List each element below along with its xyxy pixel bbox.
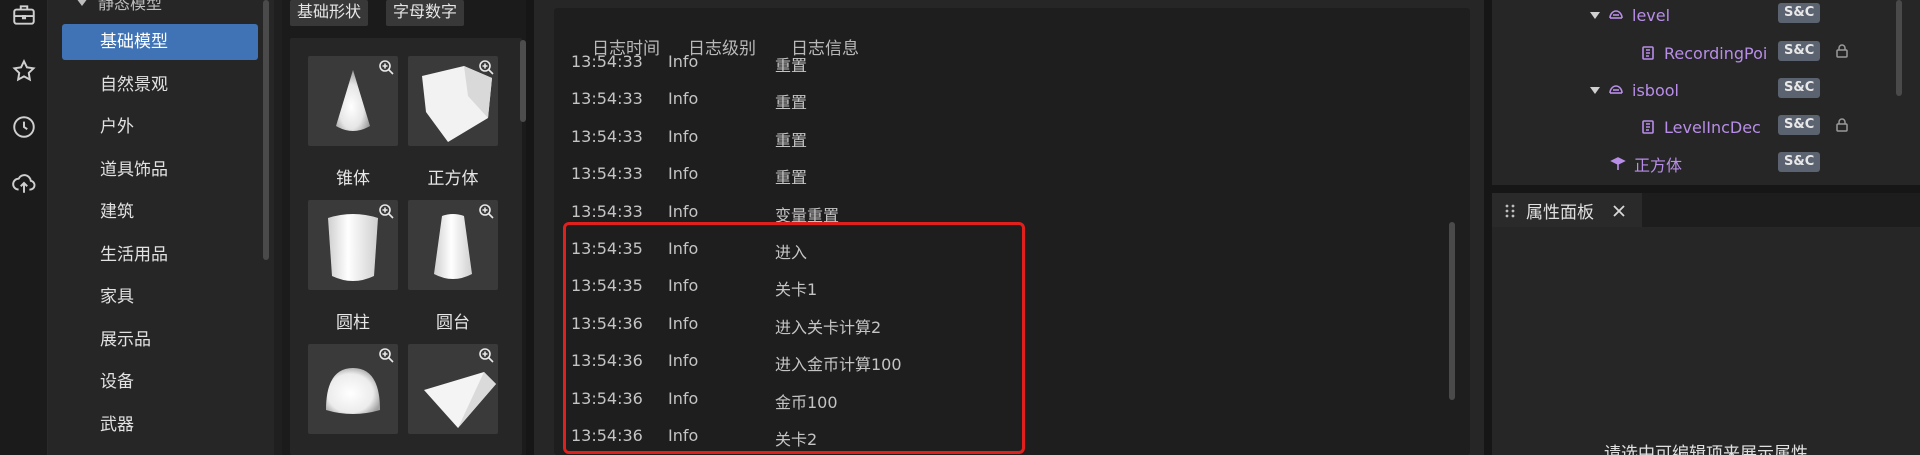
tab-properties[interactable]: 属性面板 (1492, 193, 1642, 227)
log-level: Info (668, 126, 699, 146)
category-sidebar: 静态模型 基础模型 自然景观 户外 道具饰品 建筑 生活用品 家具 展示品 设备… (48, 0, 274, 455)
log-time: 13:54:33 (571, 201, 643, 221)
category-item-weapons[interactable]: 武器 (62, 407, 258, 443)
category-item-equipment[interactable]: 设备 (62, 364, 258, 400)
icon-rail (0, 0, 48, 455)
zoom-in-icon[interactable] (478, 59, 494, 75)
panel-divider (526, 0, 534, 455)
log-row[interactable]: 13:54:33 Info 重置 (571, 127, 1271, 164)
sc-badge: S&C (1778, 115, 1821, 135)
category-item-daily-goods[interactable]: 生活用品 (62, 237, 258, 273)
properties-hint: 请选中可编辑项来展示属性 (1604, 444, 1808, 455)
log-level: Info (668, 201, 699, 221)
tree-node-level[interactable]: level (1590, 3, 1670, 27)
log-time: 13:54:33 (571, 164, 643, 184)
lock-icon[interactable] (1834, 43, 1850, 59)
sc-badge: S&C (1778, 78, 1821, 98)
tree-node-label: 正方体 (1634, 156, 1683, 175)
model-label: 锥体 (336, 169, 370, 189)
category-item-basic-models[interactable]: 基础模型 (62, 24, 258, 60)
log-message: 重置 (775, 93, 808, 113)
cube-icon (1610, 157, 1626, 170)
log-level: Info (668, 52, 699, 71)
category-item-furniture[interactable]: 家具 (62, 279, 258, 315)
category-item-outdoor[interactable]: 户外 (62, 109, 258, 145)
log-time: 13:54:33 (571, 52, 643, 71)
log-message: 重置 (775, 56, 808, 75)
model-thumb-frustum[interactable] (408, 200, 498, 290)
tab-letters-digits[interactable]: 字母数字 (386, 0, 465, 26)
log-time: 13:54:33 (571, 89, 643, 109)
close-icon[interactable] (1612, 203, 1626, 217)
script-icon (1642, 46, 1654, 60)
panel-divider (1492, 185, 1920, 193)
log-level: Info (668, 164, 699, 184)
highlight-box (563, 222, 1025, 454)
log-row[interactable]: 13:54:33 Info 重置 (571, 52, 1271, 89)
category-scrollbar[interactable] (263, 0, 269, 260)
log-message: 重置 (775, 168, 808, 188)
panel-divider (1484, 0, 1492, 455)
lock-icon[interactable] (1834, 117, 1850, 133)
properties-tab-title: 属性面板 (1526, 202, 1594, 223)
zoom-in-icon[interactable] (378, 59, 394, 75)
properties-tab-bar: 属性面板 (1492, 193, 1920, 227)
tree-scrollbar[interactable] (1896, 0, 1902, 96)
zoom-in-icon[interactable] (378, 347, 394, 363)
model-thumb-cone[interactable] (308, 56, 398, 146)
script-icon (1642, 120, 1654, 134)
tree-node-isbool[interactable]: isbool (1590, 78, 1679, 102)
variable-group-icon (1609, 85, 1623, 94)
tab-basic-shapes[interactable]: 基础形状 (290, 0, 369, 26)
tree-node-levelincdec[interactable]: LevelIncDec (1640, 115, 1761, 139)
zoom-in-icon[interactable] (478, 203, 494, 219)
model-thumb-cube[interactable] (408, 56, 498, 146)
log-time: 13:54:33 (571, 126, 643, 146)
category-group-label: 静态模型 (98, 0, 163, 13)
drag-handle-icon[interactable] (1504, 203, 1516, 218)
zoom-in-icon[interactable] (478, 347, 494, 363)
log-scrollbar[interactable] (1449, 222, 1455, 400)
star-icon[interactable] (11, 58, 37, 84)
cloud-upload-icon[interactable] (11, 170, 37, 196)
model-label: 正方体 (427, 169, 479, 189)
log-row[interactable]: 13:54:33 Info 重置 (571, 89, 1271, 126)
category-item-buildings[interactable]: 建筑 (62, 194, 258, 230)
toolbox-icon[interactable] (11, 2, 37, 28)
tree-node-label: RecordingPoi (1664, 43, 1768, 63)
tree-node-label: level (1632, 5, 1671, 25)
model-grid: 锥体 正方体 圆柱 圆台 (290, 38, 522, 455)
category-group-header[interactable]: 静态模型 (76, 0, 162, 14)
log-level: Info (668, 89, 699, 109)
model-thumb-cylinder[interactable] (308, 200, 398, 290)
hierarchy-tree: level S&C RecordingPoi S&C isbool S&C Le… (1492, 0, 1920, 185)
caret-down-icon (76, 0, 88, 6)
log-row[interactable]: 13:54:33 Info 重置 (571, 164, 1271, 201)
model-label: 圆台 (436, 313, 470, 333)
sc-badge: S&C (1778, 3, 1821, 23)
caret-down-icon[interactable] (1590, 86, 1600, 94)
tree-node-label: LevelIncDec (1664, 117, 1761, 137)
category-item-props[interactable]: 道具饰品 (62, 152, 258, 188)
model-label: 圆柱 (336, 313, 370, 333)
model-thumb-hemisphere[interactable] (308, 344, 398, 434)
log-message: 重置 (775, 130, 808, 150)
sc-badge: S&C (1778, 152, 1821, 172)
caret-down-icon[interactable] (1590, 11, 1600, 19)
model-palette: 基础形状 字母数字 锥体 正方体 圆柱 圆台 (282, 0, 526, 455)
tree-node-recordingpoi[interactable]: RecordingPoi (1640, 41, 1774, 65)
model-thumb-wedge[interactable] (408, 344, 498, 434)
tree-node-label: isbool (1632, 80, 1679, 100)
variable-group-icon (1609, 10, 1623, 19)
category-item-exhibits[interactable]: 展示品 (62, 322, 258, 358)
sc-badge: S&C (1778, 41, 1821, 61)
clock-icon[interactable] (11, 114, 37, 140)
properties-panel: 属性面板 请选中可编辑项来展示属性 (1492, 193, 1920, 455)
category-item-nature[interactable]: 自然景观 (62, 67, 258, 103)
tree-node-cube[interactable]: 正方体 (1610, 152, 1682, 176)
zoom-in-icon[interactable] (378, 203, 394, 219)
